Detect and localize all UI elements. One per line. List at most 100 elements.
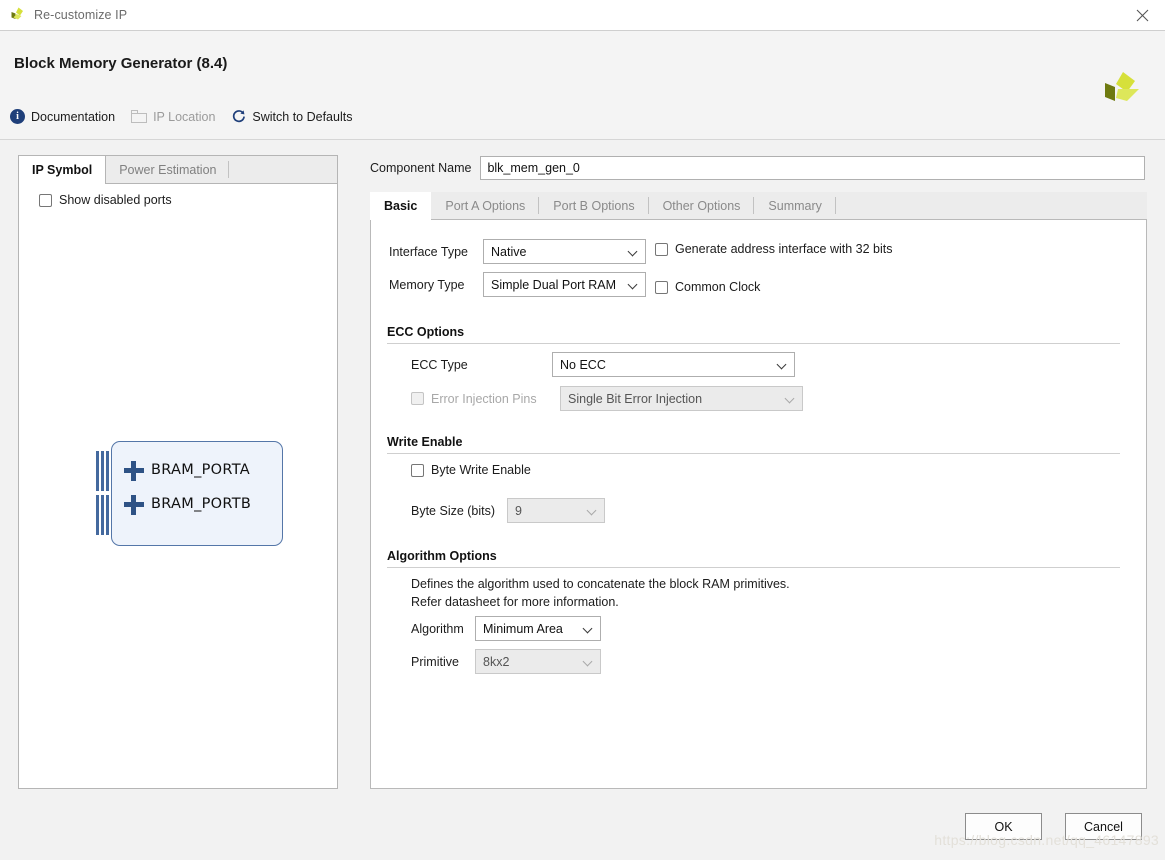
symbol-body — [111, 441, 283, 546]
dialog-footer: OK Cancel — [0, 800, 1165, 860]
tab-other-options[interactable]: Other Options — [649, 192, 755, 219]
chevron-down-icon — [629, 280, 638, 289]
algorithm-row: Algorithm Minimum Area — [411, 616, 601, 641]
config-tabstrip: Basic Port A Options Port B Options Othe… — [370, 192, 1147, 220]
error-injection-pins-row: Error Injection Pins Single Bit Error In… — [411, 386, 803, 411]
chevron-down-icon — [584, 657, 593, 666]
checkbox-box — [655, 280, 668, 294]
port-b-bus-bars — [96, 495, 110, 535]
port-b-label: BRAM_PORTB — [151, 496, 252, 512]
folder-icon — [131, 110, 148, 123]
algorithm-description-line1: Defines the algorithm used to concatenat… — [411, 577, 790, 591]
component-name-input[interactable] — [480, 156, 1146, 180]
checkbox-box — [411, 392, 424, 405]
generate-address-interface-checkbox[interactable]: Generate address interface with 32 bits — [655, 242, 892, 256]
error-injection-type-value: Single Bit Error Injection — [568, 391, 703, 406]
ip-symbol-diagram: BRAM_PORTA BRAM_PORTB — [79, 441, 294, 551]
error-injection-type-select: Single Bit Error Injection — [560, 386, 803, 411]
documentation-label: Documentation — [31, 109, 116, 124]
checkbox-box — [411, 463, 424, 477]
show-disabled-ports-checkbox[interactable]: Show disabled ports — [39, 193, 172, 207]
byte-size-row: Byte Size (bits) 9 — [411, 498, 605, 523]
tab-port-b-options[interactable]: Port B Options — [539, 192, 649, 219]
algorithm-description-line2: Refer datasheet for more information. — [411, 595, 619, 609]
primitive-label: Primitive — [411, 654, 459, 669]
header-action-bar: i Documentation IP Location Switch to De… — [10, 109, 368, 124]
algorithm-label: Algorithm — [411, 621, 464, 636]
ecc-options-title: ECC Options — [387, 325, 465, 339]
refresh-icon — [231, 109, 246, 124]
ip-location-label: IP Location — [153, 109, 216, 124]
memory-type-value: Simple Dual Port RAM — [491, 277, 617, 292]
interface-type-value: Native — [491, 244, 527, 259]
algorithm-options-title: Algorithm Options — [387, 549, 497, 563]
memory-type-row: Memory Type Simple Dual Port RAM — [389, 272, 646, 297]
generate-address-interface-label: Generate address interface with 32 bits — [675, 242, 893, 256]
tab-port-b-options-label: Port B Options — [553, 198, 635, 213]
algorithm-select[interactable]: Minimum Area — [475, 616, 601, 641]
ip-location-link[interactable]: IP Location — [131, 110, 215, 124]
page-title: Block Memory Generator (8.4) — [14, 55, 228, 72]
write-enable-section: Write Enable — [387, 435, 1120, 454]
show-disabled-ports-label: Show disabled ports — [59, 193, 172, 207]
documentation-link[interactable]: i Documentation — [10, 109, 115, 124]
basic-tab-pane: Interface Type Native Memory Type Simple… — [370, 220, 1147, 789]
tab-power-estimation-label: Power Estimation — [119, 162, 217, 177]
port-a-expand-icon[interactable] — [124, 461, 144, 481]
memory-type-label: Memory Type — [389, 277, 465, 292]
algorithm-options-section: Algorithm Options — [387, 549, 1120, 568]
component-name-row: Component Name — [370, 155, 1146, 181]
info-icon: i — [10, 109, 25, 124]
error-injection-pins-label: Error Injection Pins — [431, 391, 537, 406]
checkbox-box — [39, 193, 52, 207]
ecc-type-row: ECC Type No ECC — [411, 352, 795, 377]
memory-type-select[interactable]: Simple Dual Port RAM — [483, 272, 646, 297]
port-b-expand-icon[interactable] — [124, 495, 144, 515]
tab-basic-label: Basic — [384, 198, 418, 213]
tab-power-estimation[interactable]: Power Estimation — [106, 156, 230, 183]
primitive-row: Primitive 8kx2 — [411, 649, 601, 674]
switch-to-defaults-label: Switch to Defaults — [252, 109, 353, 124]
byte-write-enable-label: Byte Write Enable — [431, 463, 531, 477]
watermark-text: https://blog.csdn.net/qq_46147893 — [934, 832, 1159, 848]
chevron-down-icon — [778, 360, 787, 369]
section-divider — [387, 567, 1120, 568]
component-name-label: Component Name — [370, 161, 472, 175]
chevron-down-icon — [786, 394, 795, 403]
dialog-header: Block Memory Generator (8.4) i Documenta… — [0, 31, 1165, 140]
window-title: Re-customize IP — [34, 8, 128, 22]
primitive-select: 8kx2 — [475, 649, 601, 674]
switch-to-defaults-link[interactable]: Switch to Defaults — [231, 109, 352, 124]
tab-other-options-label: Other Options — [662, 198, 741, 213]
close-icon[interactable] — [1119, 0, 1165, 31]
tab-summary-label: Summary — [768, 198, 822, 213]
ecc-type-label: ECC Type — [411, 357, 468, 372]
tab-ip-symbol[interactable]: IP Symbol — [19, 156, 107, 184]
port-a-bus-bars — [96, 451, 110, 491]
checkbox-box — [655, 242, 668, 256]
tab-summary[interactable]: Summary — [754, 192, 837, 219]
byte-size-value: 9 — [515, 503, 522, 518]
tab-port-a-options-label: Port A Options — [445, 198, 526, 213]
ip-symbol-panel: IP Symbol Power Estimation Show disabled… — [18, 155, 338, 789]
byte-write-enable-checkbox[interactable]: Byte Write Enable — [411, 463, 531, 477]
ecc-type-select[interactable]: No ECC — [552, 352, 795, 377]
write-enable-title: Write Enable — [387, 435, 463, 449]
algorithm-value: Minimum Area — [483, 621, 563, 636]
configuration-panel: Component Name Basic Port A Options Port… — [370, 155, 1147, 789]
chevron-down-icon — [629, 247, 638, 256]
tab-port-a-options[interactable]: Port A Options — [431, 192, 540, 219]
interface-type-select[interactable]: Native — [483, 239, 646, 264]
common-clock-checkbox[interactable]: Common Clock — [655, 280, 760, 294]
chevron-down-icon — [588, 506, 597, 515]
tab-basic[interactable]: Basic — [370, 192, 432, 220]
common-clock-label: Common Clock — [675, 280, 761, 294]
xilinx-logo-icon — [9, 6, 27, 24]
ecc-type-value: No ECC — [560, 357, 606, 372]
interface-type-label: Interface Type — [389, 244, 468, 259]
xilinx-logo-icon — [1099, 67, 1143, 111]
chevron-down-icon — [584, 624, 593, 633]
section-divider — [387, 343, 1120, 344]
byte-size-label: Byte Size (bits) — [411, 503, 496, 518]
window-titlebar: Re-customize IP — [0, 0, 1165, 31]
